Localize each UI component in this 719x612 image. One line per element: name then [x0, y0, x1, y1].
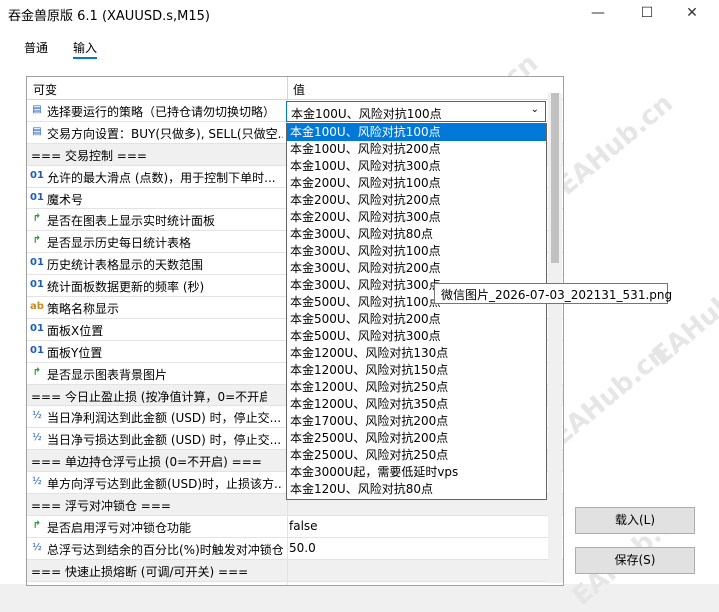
- double-icon: ½: [32, 476, 42, 488]
- chevron-down-icon: ⌄: [530, 104, 539, 115]
- parameter-name: 当日净亏损达到此金额 (USD) 时，停止交...: [47, 433, 282, 448]
- parameter-name: 选择要运行的策略（已持仓请勿切换切略）: [47, 105, 276, 119]
- section-row[interactable]: === 快速止损熔断 (可调/可开关) ===: [27, 559, 563, 582]
- boolean-icon: ↱: [32, 235, 42, 247]
- parameter-name: 是否显示图表背景图片: [47, 367, 168, 382]
- parameter-name: 是否启用浮亏对冲锁仓功能: [47, 520, 192, 535]
- double-icon: ½: [32, 541, 42, 553]
- strategy-dropdown-list: 本金100U、风险对抗100点 本金100U、风险对抗200点 本金100U、风险对…: [286, 123, 547, 500]
- double-icon: ½: [32, 410, 42, 422]
- strategy-option[interactable]: 本金300U、风险对抗200点: [287, 260, 546, 277]
- cell-divider: [287, 537, 288, 559]
- strategy-option[interactable]: 本金1200U、风险对抗150点: [287, 362, 546, 379]
- parameter-name: 单方向浮亏达到此金额(USD)时，止损该方...: [47, 477, 283, 492]
- tab-bar: 普通 输入: [0, 28, 719, 62]
- integer-icon: 01: [30, 279, 44, 291]
- load-button[interactable]: 载入(L): [575, 507, 695, 534]
- image-tooltip: 微信图片_2026-07-03_202131_531.png: [434, 283, 672, 304]
- strategy-option[interactable]: 本金200U、风险对抗300点: [287, 209, 546, 226]
- strategy-option[interactable]: 本金200U、风险对抗200点: [287, 192, 546, 209]
- strategy-option[interactable]: 本金1200U、风险对抗350点: [287, 396, 546, 413]
- grid-header: 可变 值: [27, 77, 563, 100]
- window-title: 吞金兽原版 6.1 (XAUUSD.s,M15): [8, 9, 210, 24]
- parameter-name: === 单边持仓浮亏止损 (0=不开启) ===: [31, 455, 262, 470]
- strategy-option[interactable]: 本金300U、风险对抗100点: [287, 243, 546, 260]
- maximize-icon[interactable]: ☐: [632, 2, 662, 24]
- active-tab-indicator: [73, 57, 97, 59]
- strategy-option[interactable]: 本金200U、风险对抗100点: [287, 175, 546, 192]
- parameter-name: 历史统计表格显示的天数范围: [47, 258, 204, 273]
- integer-icon: 01: [30, 322, 44, 334]
- strategy-option[interactable]: 本金300U、风险对抗80点: [287, 226, 546, 243]
- parameter-name: 是否显示历史每日统计表格: [47, 236, 192, 251]
- parameter-name: === 浮亏对冲锁仓 ===: [31, 499, 171, 514]
- strategy-select[interactable]: 本金100U、风险对抗100点 ⌄: [286, 101, 546, 122]
- strategy-option[interactable]: 本金100U、风险对抗200点: [287, 141, 546, 158]
- tab-inputs[interactable]: 输入: [73, 39, 97, 56]
- parameter-row[interactable]: ↱ 是否启用浮亏对冲锁仓功能 false: [27, 515, 563, 538]
- parameter-name: 统计面板数据更新的频率 (秒): [47, 280, 205, 295]
- integer-icon: 01: [30, 257, 44, 269]
- strategy-option[interactable]: 本金3000U起，需要低延时vps: [287, 464, 546, 481]
- strategy-select-value: 本金100U、风险对抗100点: [291, 107, 442, 121]
- parameter-name: 总浮亏达到结余的百分比(%)时触发对冲锁仓: [47, 542, 283, 557]
- parameter-name: === 交易控制 ===: [31, 148, 147, 163]
- strategy-option[interactable]: 本金120U、风险对抗80点: [287, 481, 546, 498]
- column-header-value[interactable]: 值: [293, 81, 305, 98]
- parameter-value[interactable]: 50.0: [289, 541, 316, 555]
- parameter-name: 允许的最大滑点 (点数)，用于控制下单时...: [47, 170, 276, 185]
- parameter-value[interactable]: false: [289, 519, 318, 533]
- parameter-row[interactable]: ½ 总浮亏达到结余的百分比(%)时触发对冲锁仓 50.0: [27, 537, 563, 560]
- strategy-option[interactable]: 本金2500U、风险对抗250点: [287, 447, 546, 464]
- parameter-name: 当日净利润达到此金额 (USD) 时，停止交...: [47, 411, 282, 426]
- parameter-name: 面板Y位置: [47, 345, 103, 360]
- cell-divider: [287, 515, 288, 537]
- strategy-option[interactable]: 本金1200U、风险对抗250点: [287, 379, 546, 396]
- tab-common[interactable]: 普通: [24, 39, 48, 56]
- parameter-name: 交易方向设置：BUY(只做多), SELL(只做空...: [47, 126, 283, 141]
- parameter-name: 面板X位置: [47, 323, 104, 338]
- integer-icon: 01: [30, 191, 44, 203]
- cell-divider: [287, 559, 288, 581]
- save-button[interactable]: 保存(S): [575, 547, 695, 574]
- parameter-name: 是否在图表上显示实时统计面板: [47, 214, 216, 229]
- parameter-name: 是否启用快速止损熔断功能(防止短时间内...: [47, 585, 283, 586]
- string-icon: ab: [30, 301, 44, 313]
- strategy-option[interactable]: 本金2500U、风险对抗200点: [287, 430, 546, 447]
- parameter-value[interactable]: false: [289, 585, 318, 586]
- close-icon[interactable]: ✕: [677, 2, 707, 24]
- scrollbar-thumb[interactable]: [551, 93, 559, 263]
- integer-icon: 01: [30, 169, 44, 181]
- boolean-icon: ↱: [32, 366, 42, 378]
- parameter-name: 策略名称显示: [47, 302, 120, 317]
- strategy-option[interactable]: 本金100U、风险对抗300点: [287, 158, 546, 175]
- integer-icon: 01: [30, 344, 44, 356]
- strategy-option[interactable]: 本金1200U、风险对抗130点: [287, 345, 546, 362]
- column-header-variable[interactable]: 可变: [33, 81, 57, 98]
- parameter-name: === 快速止损熔断 (可调/可开关) ===: [31, 564, 249, 579]
- enum-icon: ▤: [32, 104, 42, 115]
- double-icon: ½: [32, 432, 42, 444]
- strategy-option[interactable]: 本金500U、风险对抗200点: [287, 311, 546, 328]
- minimize-icon[interactable]: —: [583, 2, 613, 24]
- parameter-name: 魔术号: [47, 192, 84, 207]
- strategy-option[interactable]: 本金500U、风险对抗300点: [287, 328, 546, 345]
- column-divider[interactable]: [287, 77, 288, 99]
- enum-icon: ▤: [32, 125, 42, 137]
- strategy-option[interactable]: 本金1700U、风险对抗200点: [287, 413, 546, 430]
- grid-scrollbar[interactable]: [548, 93, 562, 583]
- title-bar: 吞金兽原版 6.1 (XAUUSD.s,M15) — ☐ ✕: [0, 0, 719, 28]
- strategy-option[interactable]: 本金100U、风险对抗100点: [287, 124, 546, 141]
- boolean-icon: ↱: [32, 213, 42, 225]
- boolean-icon: ↱: [32, 519, 42, 531]
- parameter-name: === 今日止盈止损 (按净值计算，0=不开启) ===: [31, 389, 267, 404]
